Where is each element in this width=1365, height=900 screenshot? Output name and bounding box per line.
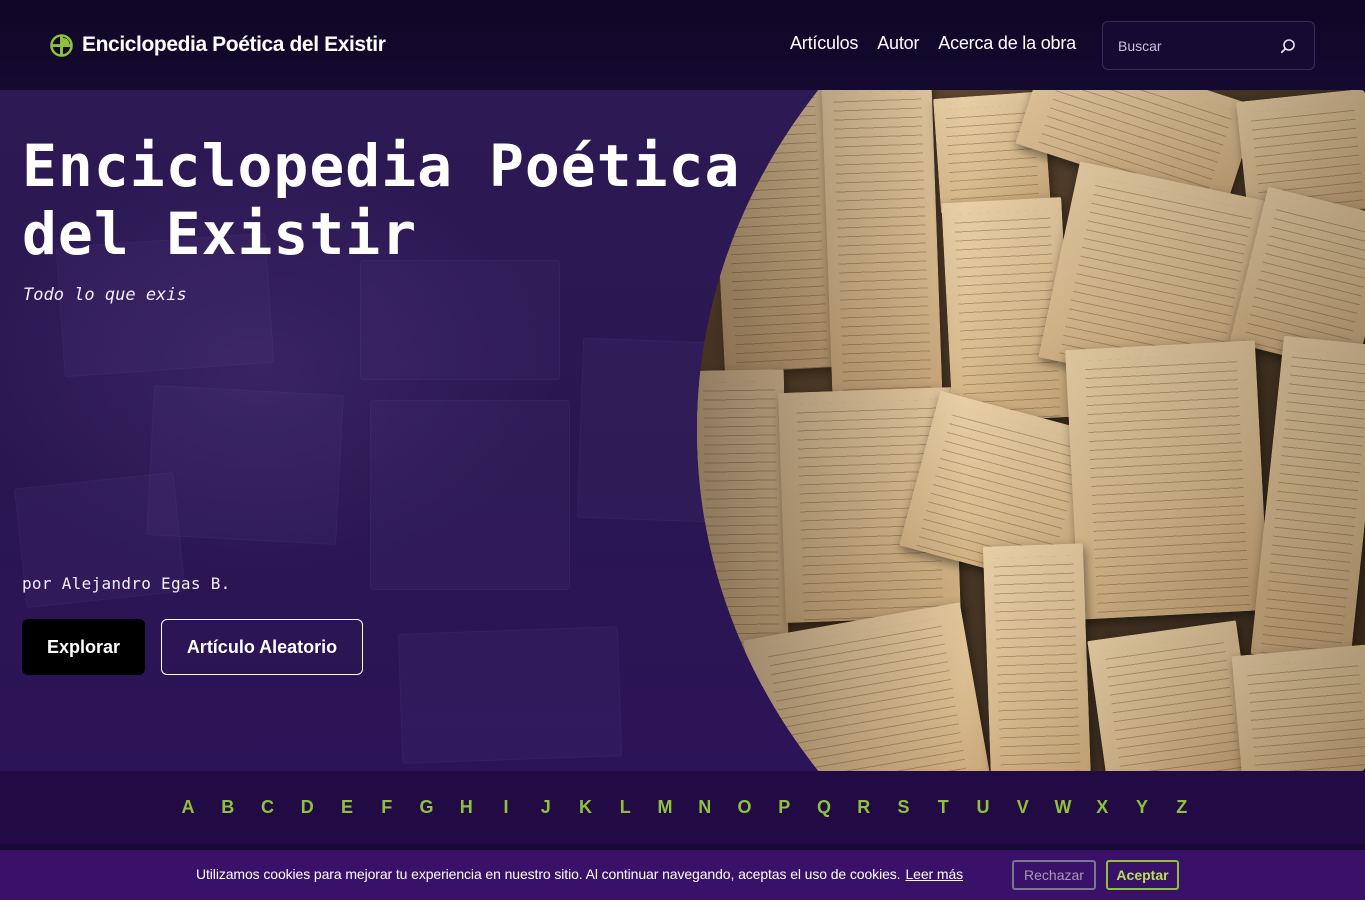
search-box — [1102, 21, 1315, 70]
photo-shade — [697, 90, 1365, 771]
alphabet-letter-a[interactable]: A — [180, 797, 196, 818]
random-article-button[interactable]: Artículo Aleatorio — [161, 619, 363, 675]
nav-author[interactable]: Autor — [877, 33, 919, 54]
background-page — [360, 260, 560, 380]
alphabet-letter-z[interactable]: Z — [1174, 797, 1190, 818]
alphabet-letter-k[interactable]: K — [578, 797, 594, 818]
hero-image-book-pages — [697, 90, 1365, 771]
alphabet-letter-o[interactable]: O — [737, 797, 753, 818]
alphabet-letter-c[interactable]: C — [260, 797, 276, 818]
cookie-message-wrap: Utilizamos cookies para mejorar tu exper… — [196, 866, 963, 882]
nav-articles[interactable]: Artículos — [790, 33, 858, 54]
brand-link[interactable]: Enciclopedia Poética del Existir — [50, 31, 386, 59]
cookie-read-more-link[interactable]: Leer más — [905, 866, 963, 882]
alphabet-letter-j[interactable]: J — [538, 797, 554, 818]
alphabet-letter-p[interactable]: P — [776, 797, 792, 818]
alphabet-letter-u[interactable]: U — [975, 797, 991, 818]
alphabet-letter-t[interactable]: T — [935, 797, 951, 818]
alphabet-letter-l[interactable]: L — [617, 797, 633, 818]
alphabet-letter-y[interactable]: Y — [1134, 797, 1150, 818]
brand-name: Enciclopedia Poética del Existir — [82, 33, 386, 56]
alphabet-letter-e[interactable]: E — [339, 797, 355, 818]
search-input[interactable] — [1118, 35, 1268, 57]
hero-section: Enciclopedia Poética del Existir Todo lo… — [0, 90, 1365, 771]
search-icon[interactable] — [1280, 38, 1296, 54]
alphabet-letter-g[interactable]: G — [419, 797, 435, 818]
cookie-message: Utilizamos cookies para mejorar tu exper… — [196, 866, 901, 882]
alphabet-letter-s[interactable]: S — [896, 797, 912, 818]
background-page — [397, 626, 623, 764]
alphabet-letter-x[interactable]: X — [1094, 797, 1110, 818]
explore-button[interactable]: Explorar — [22, 619, 145, 675]
hero-title: Enciclopedia Poética del Existir — [22, 132, 741, 268]
alphabet-letter-i[interactable]: I — [498, 797, 514, 818]
hero-author: por Alejandro Egas B. — [22, 574, 231, 593]
background-page — [370, 400, 570, 590]
cookie-banner: Utilizamos cookies para mejorar tu exper… — [0, 850, 1365, 900]
alphabet-letter-m[interactable]: M — [657, 797, 673, 818]
site-header: Enciclopedia Poética del Existir Artícul… — [0, 0, 1365, 90]
alphabet-letter-b[interactable]: B — [220, 797, 236, 818]
cookie-reject-button[interactable]: Rechazar — [1012, 860, 1096, 890]
alphabet-letter-d[interactable]: D — [299, 797, 315, 818]
brand-logo-icon — [50, 33, 73, 57]
main-nav: Artículos Autor Acerca de la obra — [790, 33, 1095, 54]
alphabet-letter-h[interactable]: H — [458, 797, 474, 818]
hero-subtitle: Todo lo que exis — [23, 285, 187, 305]
alphabet-letter-n[interactable]: N — [697, 797, 713, 818]
alphabet-letter-f[interactable]: F — [379, 797, 395, 818]
alphabet-letter-q[interactable]: Q — [816, 797, 832, 818]
background-page — [576, 337, 714, 523]
alphabet-index: A B C D E F G H I J K L M N O P Q R S T U V W X Y Z — [0, 771, 1365, 844]
nav-about[interactable]: Acerca de la obra — [938, 33, 1076, 54]
alphabet-list: A B C D E F G H I J K L M N O P Q R S T U V W X Y Z — [180, 797, 1190, 818]
cookie-accept-button[interactable]: Aceptar — [1106, 860, 1179, 890]
alphabet-letter-w[interactable]: W — [1055, 797, 1072, 818]
alphabet-letter-v[interactable]: V — [1015, 797, 1031, 818]
alphabet-letter-r[interactable]: R — [856, 797, 872, 818]
